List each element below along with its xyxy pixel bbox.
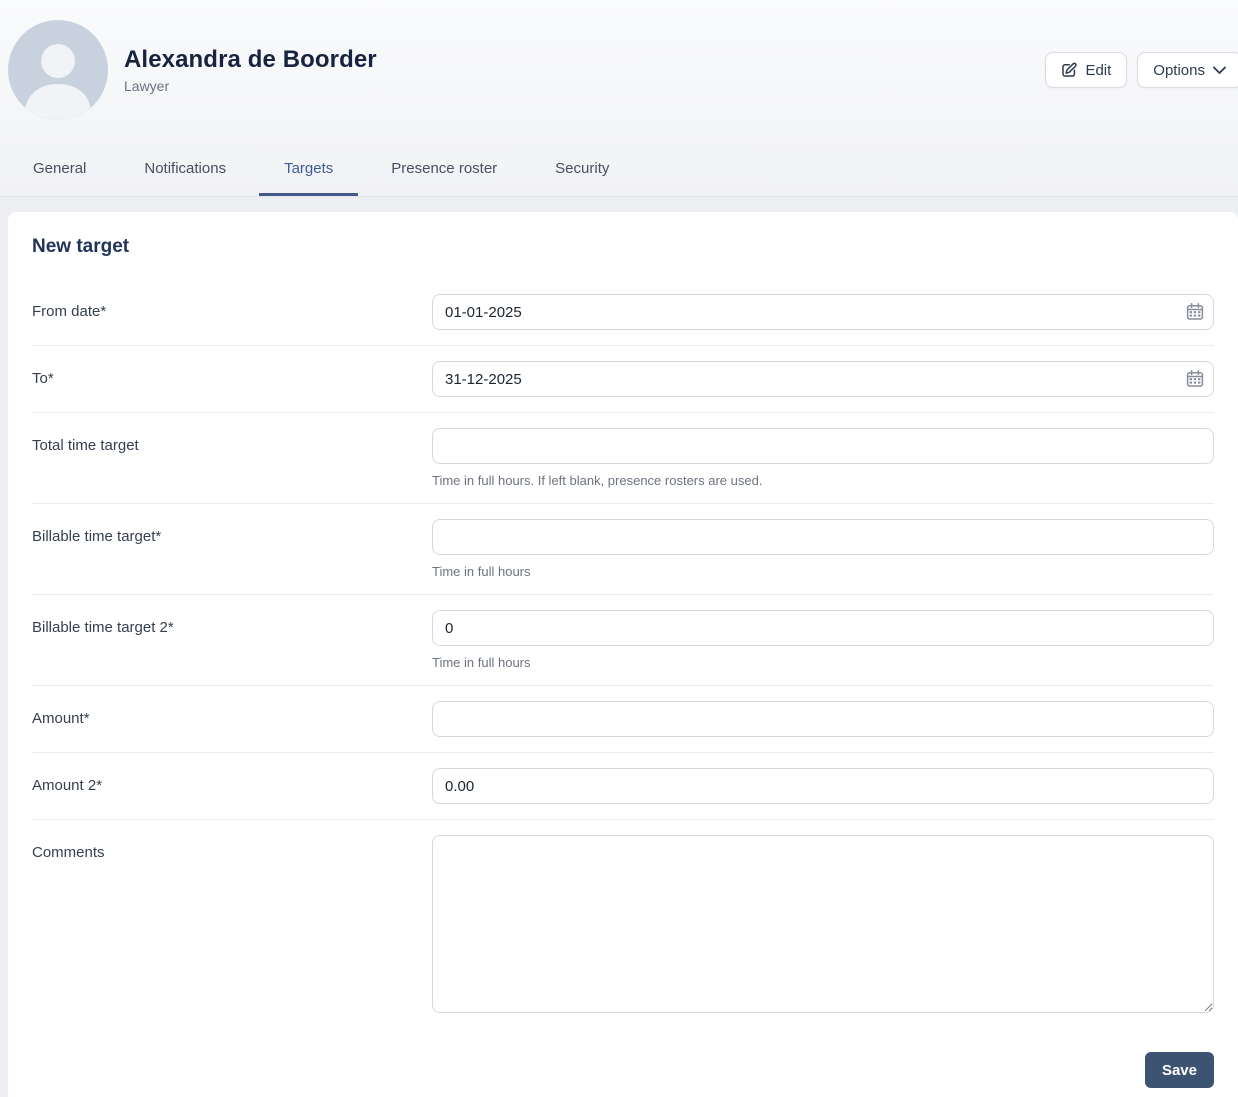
profile-page: Alexandra de Boorder Lawyer Edit Options xyxy=(0,0,1238,1097)
save-button[interactable]: Save xyxy=(1144,1052,1214,1088)
billable-time-target-2-input[interactable] xyxy=(432,610,1214,646)
form-row-billable-time-target: Billable time target* Time in full hours xyxy=(32,503,1214,594)
options-button-label: Options xyxy=(1153,61,1205,79)
form-row-amount-2: Amount 2* xyxy=(32,752,1214,819)
edit-icon xyxy=(1061,62,1078,78)
edit-button-label: Edit xyxy=(1085,61,1112,79)
form-row-from-date: From date* xyxy=(32,279,1214,345)
total-time-target-input[interactable] xyxy=(432,428,1214,464)
tab-general[interactable]: General xyxy=(8,140,111,196)
comments-field xyxy=(432,835,1214,1018)
calendar-icon[interactable] xyxy=(1185,302,1205,322)
header-actions: Edit Options xyxy=(1045,52,1238,88)
chevron-down-icon xyxy=(1213,66,1226,75)
tab-presence-roster[interactable]: Presence roster xyxy=(366,140,522,196)
options-button[interactable]: Options xyxy=(1137,52,1238,88)
section-title: New target xyxy=(32,236,130,257)
billable-time-target-2-help: Time in full hours xyxy=(432,655,531,670)
total-time-target-label: Total time target xyxy=(32,437,139,454)
to-date-input[interactable] xyxy=(432,361,1214,397)
amount-2-input[interactable] xyxy=(432,768,1214,804)
page-title: Alexandra de Boorder xyxy=(124,46,377,74)
form-row-amount: Amount* xyxy=(32,685,1214,752)
billable-time-target-label: Billable time target* xyxy=(32,528,162,545)
form-row-comments: Comments xyxy=(32,819,1214,1033)
tab-targets[interactable]: Targets xyxy=(259,140,359,196)
amount-input[interactable] xyxy=(432,701,1214,737)
form-actions: Save xyxy=(32,1033,1214,1097)
new-target-card: New target From date* 01-01-2025 To* 31-… xyxy=(8,212,1238,1097)
amount-field xyxy=(432,701,1214,737)
calendar-icon[interactable] xyxy=(1185,369,1205,389)
from-date-field xyxy=(432,294,1214,330)
edit-button[interactable]: Edit xyxy=(1045,52,1128,88)
to-date-label: To* xyxy=(32,370,54,387)
billable-time-target-2-field: Time in full hours xyxy=(432,610,1214,670)
billable-time-target-input[interactable] xyxy=(432,519,1214,555)
to-date-field xyxy=(432,361,1214,397)
amount-2-label: Amount 2* xyxy=(32,777,103,794)
comments-textarea[interactable] xyxy=(432,835,1214,1013)
form-row-total-time-target: Total time target Time in full hours. If… xyxy=(32,412,1214,503)
amount-label: Amount* xyxy=(32,710,90,727)
person-icon xyxy=(25,44,91,120)
form-row-billable-time-target-2: Billable time target 2* Time in full hou… xyxy=(32,594,1214,685)
tab-notifications[interactable]: Notifications xyxy=(119,140,251,196)
avatar xyxy=(8,20,108,120)
amount-2-field xyxy=(432,768,1214,804)
from-date-input[interactable] xyxy=(432,294,1214,330)
billable-time-target-field: Time in full hours xyxy=(432,519,1214,579)
from-date-label: From date* xyxy=(32,303,107,320)
billable-time-target-help: Time in full hours xyxy=(432,564,531,579)
tab-security[interactable]: Security xyxy=(530,140,634,196)
header-zone: Alexandra de Boorder Lawyer Edit Options xyxy=(0,0,1238,197)
form-row-to-date: To* xyxy=(32,345,1214,412)
total-time-target-help: Time in full hours. If left blank, prese… xyxy=(432,473,763,488)
role-subtitle: Lawyer xyxy=(124,77,170,94)
identity-block: Alexandra de Boorder Lawyer xyxy=(124,46,1045,94)
total-time-target-field: Time in full hours. If left blank, prese… xyxy=(432,428,1214,488)
billable-time-target-2-label: Billable time target 2* xyxy=(32,619,174,636)
comments-label: Comments xyxy=(32,844,105,861)
profile-tab-bar: General Notifications Targets Presence r… xyxy=(0,140,1238,197)
profile-header: Alexandra de Boorder Lawyer Edit Options xyxy=(0,0,1238,140)
